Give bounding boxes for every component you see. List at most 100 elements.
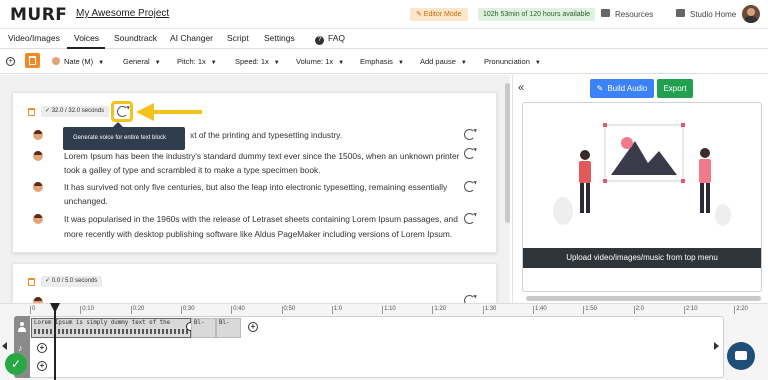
project-name[interactable]: My Awesome Project <box>76 8 169 19</box>
regenerate-line-icon[interactable] <box>464 129 475 140</box>
tab-faq[interactable]: ? FAQ <box>315 33 345 45</box>
chat-support-icon[interactable] <box>727 342 755 370</box>
ruler-tick <box>331 306 333 314</box>
chevron-down-icon: ▼ <box>534 60 541 66</box>
chevron-down-icon: ▼ <box>460 60 467 66</box>
regenerate-line-icon[interactable] <box>464 148 475 159</box>
studio-home-label: Studio Home <box>690 10 737 19</box>
editor-mode-badge[interactable]: ✎ Editor Mode <box>410 8 468 21</box>
generate-voice-tooltip: Generate voice for entire text block <box>63 122 185 150</box>
murf-logo[interactable]: MURF <box>10 5 67 25</box>
add-block-button[interactable]: + <box>6 56 15 66</box>
chevron-down-icon: ▼ <box>397 60 404 66</box>
resources-icon <box>601 9 610 17</box>
chevron-down-icon: ▼ <box>98 60 105 66</box>
playhead[interactable] <box>54 303 56 380</box>
trash-icon[interactable] <box>28 278 35 286</box>
voice-clip[interactable]: Bl- <box>191 318 216 338</box>
volume-select[interactable]: Volume: 1x ▼ <box>296 57 344 66</box>
add-clip-button[interactable]: + <box>248 322 258 332</box>
user-avatar[interactable] <box>742 5 760 23</box>
media-preview: Upload video/images/music from top menu <box>522 102 762 292</box>
ruler-label: 1:50 <box>585 306 597 312</box>
ruler-label: 0:30 <box>182 306 195 312</box>
ruler-tick <box>633 306 635 314</box>
regenerate-line-icon[interactable] <box>464 213 475 224</box>
build-audio-label: Build Audio <box>607 84 648 93</box>
ruler-label: 1:20 <box>434 306 447 312</box>
ruler-label: 0 <box>32 306 36 312</box>
resources-link[interactable]: Resources <box>601 8 653 21</box>
build-audio-button[interactable]: ✎ Build Audio <box>590 79 654 98</box>
ruler-tick <box>482 306 484 314</box>
text-line[interactable]: It was popularised in the 1960s with the… <box>64 214 458 224</box>
ruler-label: 0:10 <box>82 306 94 312</box>
trash-icon[interactable] <box>28 108 35 116</box>
voice-toolbar: + Nate (M) ▼ General ▼ Pitch: 1x ▼ Speed: 1… <box>0 50 768 74</box>
volume-select-label: Volume: 1x <box>296 57 334 66</box>
upload-hint-bar: Upload video/images/music from top menu <box>523 248 761 268</box>
block-duration-badge: ✓ 0.0 / 5.0 seconds <box>41 276 103 287</box>
ruler-label: 1:40 <box>535 306 547 312</box>
preview-scrollbar[interactable] <box>526 296 761 301</box>
status-check-icon[interactable]: ✓ <box>5 353 27 375</box>
text-line[interactable]: took a galley of type and scrambled it t… <box>64 165 321 175</box>
pronunciation-select-label: Pronunciation <box>484 57 530 66</box>
timeline-scroll-left-icon[interactable] <box>2 342 7 350</box>
faq-label: FAQ <box>328 33 346 43</box>
music-note-icon: ♪ <box>18 343 23 353</box>
chevron-down-icon: ▼ <box>338 60 345 66</box>
block-duration-label: 0.0 / 5.0 seconds <box>51 278 98 284</box>
pointer-arrow-line <box>152 110 202 114</box>
voice-avatar-icon <box>33 182 43 192</box>
tab-settings[interactable]: Settings <box>264 33 295 43</box>
editor-scrollbar[interactable] <box>505 83 510 223</box>
tab-ai-changer[interactable]: AI Changer <box>170 33 213 43</box>
style-select[interactable]: General ▼ <box>123 57 161 66</box>
ruler-label: 1:30 <box>484 306 497 312</box>
add-track-button[interactable]: + <box>37 361 47 371</box>
collapse-panel-icon[interactable]: « <box>518 82 524 94</box>
pitch-select[interactable]: Pitch: 1x ▼ <box>177 57 217 66</box>
tab-voices[interactable]: Voices <box>74 33 99 43</box>
ruler-label: 2:20 <box>736 306 748 312</box>
speed-select[interactable]: Speed: 1x ▼ <box>235 57 280 66</box>
ruler-tick <box>130 306 132 314</box>
emphasis-select[interactable]: Emphasis ▼ <box>360 57 404 66</box>
block-duration-label: 32.0 / 32.0 seconds <box>51 108 105 114</box>
chevron-down-icon: ▼ <box>154 60 161 66</box>
tab-video-images[interactable]: Video/Images <box>8 33 60 43</box>
text-line[interactable]: unchanged. <box>64 196 108 206</box>
chevron-down-icon: ▼ <box>210 60 217 66</box>
voice-select[interactable]: Nate (M) ▼ <box>52 57 104 66</box>
add-pause-select[interactable]: Add pause ▼ <box>420 57 467 66</box>
ruler-tick <box>30 306 31 314</box>
export-button[interactable]: Export <box>657 79 693 98</box>
tab-script[interactable]: Script <box>227 33 249 43</box>
voice-clip-text: Lorem Ipsum is simply dummy text of the <box>34 320 171 326</box>
emphasis-select-label: Emphasis <box>360 57 393 66</box>
voice-clip[interactable]: Bl- <box>216 318 241 338</box>
ruler-tick <box>231 306 233 314</box>
delete-block-button[interactable] <box>25 53 40 68</box>
help-icon: ? <box>315 36 324 45</box>
studio-home-link[interactable]: Studio Home <box>676 8 736 21</box>
timeline-scroll-right-icon[interactable] <box>714 342 719 350</box>
ruler-label: 2:0 <box>635 306 644 312</box>
ruler-label: 1:0 <box>333 306 343 312</box>
text-line[interactable]: Lorem Ipsum has been the industry's stan… <box>64 151 459 161</box>
style-select-label: General <box>123 57 150 66</box>
check-icon: ✓ <box>45 278 52 284</box>
ruler-label: 0:40 <box>233 306 245 312</box>
text-line[interactable]: more recently with desktop publishing so… <box>64 229 452 239</box>
resources-label: Resources <box>615 10 654 19</box>
add-music-button[interactable]: + <box>37 343 47 353</box>
ruler-tick <box>734 306 736 314</box>
text-line[interactable]: It has survived not only five centuries,… <box>64 182 447 192</box>
regenerate-line-icon[interactable] <box>464 181 475 192</box>
block-duration-badge: ✓ 32.0 / 32.0 seconds <box>41 106 110 117</box>
person-icon <box>18 322 26 332</box>
tab-soundtrack[interactable]: Soundtrack <box>114 33 157 43</box>
text-line[interactable]: xt of the printing and typesetting indus… <box>190 130 342 140</box>
pronunciation-select[interactable]: Pronunciation ▼ <box>484 57 541 66</box>
